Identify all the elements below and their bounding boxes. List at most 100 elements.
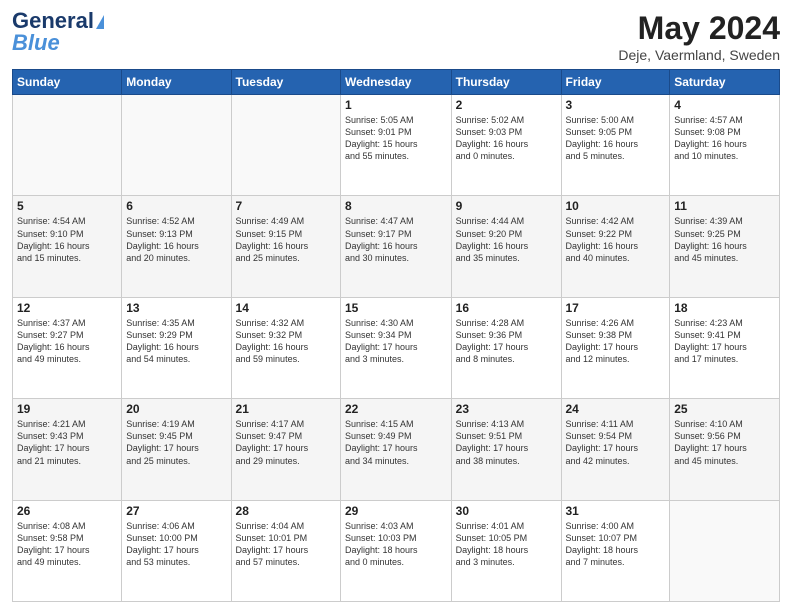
day-content: Sunrise: 5:00 AMSunset: 9:05 PMDaylight:… [566, 114, 666, 163]
day-number: 24 [566, 402, 666, 416]
day-number: 8 [345, 199, 447, 213]
day-number: 31 [566, 504, 666, 518]
calendar-cell: 18 Sunrise: 4:23 AMSunset: 9:41 PMDayligh… [670, 297, 780, 398]
day-number: 3 [566, 98, 666, 112]
calendar-cell: 1 Sunrise: 5:05 AMSunset: 9:01 PMDaylight… [341, 95, 452, 196]
day-number: 20 [126, 402, 226, 416]
calendar-cell: 24 Sunrise: 4:11 AMSunset: 9:54 PMDayligh… [561, 399, 670, 500]
calendar-cell: 14Sunrise: 4:32 AMSunset: 9:32 PMDayligh… [231, 297, 340, 398]
day-content: Sunrise: 4:11 AMSunset: 9:54 PMDaylight:… [566, 418, 666, 467]
col-header-monday: Monday [122, 70, 231, 95]
day-number: 28 [236, 504, 336, 518]
calendar-cell [13, 95, 122, 196]
day-number: 5 [17, 199, 117, 213]
col-header-wednesday: Wednesday [341, 70, 452, 95]
day-content: Sunrise: 4:19 AMSunset: 9:45 PMDaylight:… [126, 418, 226, 467]
day-number: 26 [17, 504, 117, 518]
day-content: Sunrise: 4:08 AMSunset: 9:58 PMDaylight:… [17, 520, 117, 569]
calendar-cell: 21 Sunrise: 4:17 AMSunset: 9:47 PMDayligh… [231, 399, 340, 500]
day-number: 19 [17, 402, 117, 416]
day-content: Sunrise: 4:00 AMSunset: 10:07 PMDaylight… [566, 520, 666, 569]
day-content: Sunrise: 4:47 AMSunset: 9:17 PMDaylight:… [345, 215, 447, 264]
day-number: 2 [456, 98, 557, 112]
calendar-cell: 27 Sunrise: 4:06 AMSunset: 10:00 PMDaylig… [122, 500, 231, 601]
calendar-cell: 16 Sunrise: 4:28 AMSunset: 9:36 PMDayligh… [451, 297, 561, 398]
day-number: 13 [126, 301, 226, 315]
col-header-sunday: Sunday [13, 70, 122, 95]
title-area: May 2024 Deje, Vaermland, Sweden [618, 10, 780, 63]
day-number: 25 [674, 402, 775, 416]
calendar-cell: 26 Sunrise: 4:08 AMSunset: 9:58 PMDayligh… [13, 500, 122, 601]
calendar-cell: 25 Sunrise: 4:10 AMSunset: 9:56 PMDayligh… [670, 399, 780, 500]
calendar-cell: 31 Sunrise: 4:00 AMSunset: 10:07 PMDaylig… [561, 500, 670, 601]
calendar-cell: 22 Sunrise: 4:15 AMSunset: 9:49 PMDayligh… [341, 399, 452, 500]
calendar-header-row: SundayMondayTuesdayWednesdayThursdayFrid… [13, 70, 780, 95]
calendar-cell: 23 Sunrise: 4:13 AMSunset: 9:51 PMDayligh… [451, 399, 561, 500]
main-title: May 2024 [618, 10, 780, 47]
day-number: 9 [456, 199, 557, 213]
day-content: Sunrise: 4:52 AMSunset: 9:13 PMDaylight:… [126, 215, 226, 264]
col-header-saturday: Saturday [670, 70, 780, 95]
day-number: 21 [236, 402, 336, 416]
day-content: Sunrise: 4:30 AMSunset: 9:34 PMDaylight:… [345, 317, 447, 366]
calendar-cell [231, 95, 340, 196]
page: General Blue May 2024 Deje, Vaermland, S… [0, 0, 792, 612]
week-row-2: 5 Sunrise: 4:54 AMSunset: 9:10 PMDaylight… [13, 196, 780, 297]
day-number: 10 [566, 199, 666, 213]
calendar-cell: 3 Sunrise: 5:00 AMSunset: 9:05 PMDaylight… [561, 95, 670, 196]
logo-area: General Blue [12, 10, 104, 56]
day-number: 15 [345, 301, 447, 315]
day-number: 18 [674, 301, 775, 315]
day-content: Sunrise: 4:21 AMSunset: 9:43 PMDaylight:… [17, 418, 117, 467]
day-content: Sunrise: 4:57 AMSunset: 9:08 PMDaylight:… [674, 114, 775, 163]
calendar-cell: 20 Sunrise: 4:19 AMSunset: 9:45 PMDayligh… [122, 399, 231, 500]
day-content: Sunrise: 4:39 AMSunset: 9:25 PMDaylight:… [674, 215, 775, 264]
day-content: Sunrise: 4:23 AMSunset: 9:41 PMDaylight:… [674, 317, 775, 366]
day-content: Sunrise: 4:49 AMSunset: 9:15 PMDaylight:… [236, 215, 336, 264]
day-content: Sunrise: 4:10 AMSunset: 9:56 PMDaylight:… [674, 418, 775, 467]
day-number: 22 [345, 402, 447, 416]
day-content: Sunrise: 4:37 AMSunset: 9:27 PMDaylight:… [17, 317, 117, 366]
calendar-cell: 5 Sunrise: 4:54 AMSunset: 9:10 PMDaylight… [13, 196, 122, 297]
week-row-4: 19 Sunrise: 4:21 AMSunset: 9:43 PMDayligh… [13, 399, 780, 500]
calendar-cell: 9Sunrise: 4:44 AMSunset: 9:20 PMDaylight… [451, 196, 561, 297]
col-header-thursday: Thursday [451, 70, 561, 95]
calendar-table: SundayMondayTuesdayWednesdayThursdayFrid… [12, 69, 780, 602]
day-content: Sunrise: 4:06 AMSunset: 10:00 PMDaylight… [126, 520, 226, 569]
day-number: 16 [456, 301, 557, 315]
day-content: Sunrise: 4:28 AMSunset: 9:36 PMDaylight:… [456, 317, 557, 366]
day-number: 30 [456, 504, 557, 518]
calendar-cell: 15 Sunrise: 4:30 AMSunset: 9:34 PMDayligh… [341, 297, 452, 398]
day-content: Sunrise: 4:13 AMSunset: 9:51 PMDaylight:… [456, 418, 557, 467]
calendar-cell: 17 Sunrise: 4:26 AMSunset: 9:38 PMDayligh… [561, 297, 670, 398]
day-number: 27 [126, 504, 226, 518]
day-number: 17 [566, 301, 666, 315]
day-content: Sunrise: 4:54 AMSunset: 9:10 PMDaylight:… [17, 215, 117, 264]
day-number: 1 [345, 98, 447, 112]
calendar-cell [670, 500, 780, 601]
day-number: 4 [674, 98, 775, 112]
calendar-cell: 7 Sunrise: 4:49 AMSunset: 9:15 PMDaylight… [231, 196, 340, 297]
day-content: Sunrise: 4:04 AMSunset: 10:01 PMDaylight… [236, 520, 336, 569]
calendar-cell: 2Sunrise: 5:02 AMSunset: 9:03 PMDaylight… [451, 95, 561, 196]
day-content: Sunrise: 5:05 AMSunset: 9:01 PMDaylight:… [345, 114, 447, 163]
day-content: Sunrise: 4:15 AMSunset: 9:49 PMDaylight:… [345, 418, 447, 467]
calendar-cell: 12Sunrise: 4:37 AMSunset: 9:27 PMDayligh… [13, 297, 122, 398]
day-number: 23 [456, 402, 557, 416]
day-number: 7 [236, 199, 336, 213]
logo-text: General [12, 10, 104, 32]
day-content: Sunrise: 4:17 AMSunset: 9:47 PMDaylight:… [236, 418, 336, 467]
day-content: Sunrise: 4:35 AMSunset: 9:29 PMDaylight:… [126, 317, 226, 366]
calendar-cell: 6 Sunrise: 4:52 AMSunset: 9:13 PMDaylight… [122, 196, 231, 297]
col-header-friday: Friday [561, 70, 670, 95]
calendar-cell: 29Sunrise: 4:03 AMSunset: 10:03 PMDaylig… [341, 500, 452, 601]
calendar-cell: 30 Sunrise: 4:01 AMSunset: 10:05 PMDaylig… [451, 500, 561, 601]
day-content: Sunrise: 4:01 AMSunset: 10:05 PMDaylight… [456, 520, 557, 569]
header: General Blue May 2024 Deje, Vaermland, S… [12, 10, 780, 63]
week-row-5: 26 Sunrise: 4:08 AMSunset: 9:58 PMDayligh… [13, 500, 780, 601]
day-number: 6 [126, 199, 226, 213]
day-content: Sunrise: 4:26 AMSunset: 9:38 PMDaylight:… [566, 317, 666, 366]
calendar-cell: 28 Sunrise: 4:04 AMSunset: 10:01 PMDaylig… [231, 500, 340, 601]
day-content: Sunrise: 4:03 AMSunset: 10:03 PMDaylight… [345, 520, 447, 569]
day-number: 11 [674, 199, 775, 213]
